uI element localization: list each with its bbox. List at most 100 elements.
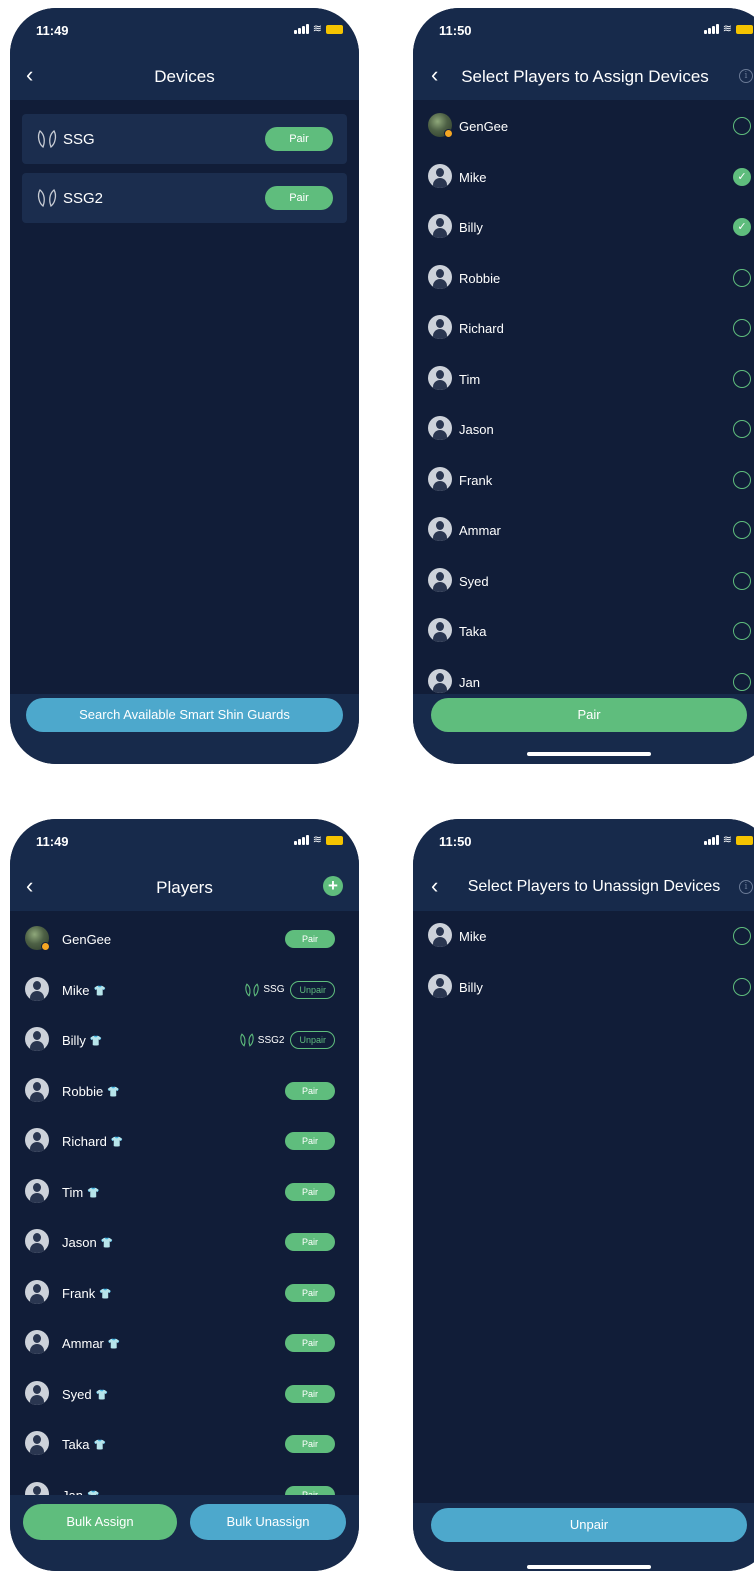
player-name-group: Frank 👕 [62, 1286, 112, 1301]
player-name-group: Ammar 👕 [62, 1336, 120, 1351]
player-row: Mike 👕 SSG Unpair [10, 965, 359, 1015]
avatar [25, 976, 49, 1001]
home-indicator [527, 752, 651, 756]
pair-button[interactable]: Pair [285, 1132, 335, 1150]
player-name-group: Jason 👕 [62, 1235, 113, 1250]
player-row[interactable]: Richard [413, 303, 754, 353]
devices-screen: 11:49 ≋ ‹ Devices SSG Pair SSG2 Pair Sea… [10, 8, 359, 764]
signal-icon [703, 24, 719, 34]
jersey-icon: 👕 [110, 1137, 124, 1148]
battery-icon [326, 835, 343, 845]
player-row: Robbie 👕 Pair [10, 1066, 359, 1116]
pair-button[interactable]: Pair [285, 1283, 335, 1302]
player-row[interactable]: Taka [413, 606, 754, 656]
unpair-button[interactable]: Unpair [290, 1031, 335, 1049]
bulk-assign-button[interactable]: Bulk Assign [23, 1504, 177, 1540]
wifi-icon: ≋ [312, 23, 322, 35]
player-name: Taka [459, 624, 487, 639]
pair-button[interactable]: Pair [285, 1081, 335, 1100]
player-row[interactable]: Jason [413, 404, 754, 454]
unpair-button[interactable]: Unpair [290, 980, 335, 999]
unchecked-circle-icon[interactable] [733, 470, 751, 489]
status-bar: 11:49 ≋ [10, 8, 359, 52]
checked-icon[interactable]: ✓ [733, 218, 751, 236]
player-row[interactable]: Robbie [413, 253, 754, 303]
home-indicator [527, 1565, 651, 1569]
bottom-bar: Bulk Assign Bulk Unassign [10, 1495, 359, 1571]
player-row: Taka 👕 Pair [10, 1419, 359, 1469]
pair-button[interactable]: Pair [285, 1384, 335, 1403]
player-name: Mike [459, 169, 487, 185]
wifi-icon: ≋ [722, 23, 732, 35]
pair-button[interactable]: Pair [285, 930, 335, 948]
player-name: Syed [459, 573, 489, 589]
search-devices-button[interactable]: Search Available Smart Shin Guards [26, 698, 343, 732]
paired-device-name: SSG [263, 984, 285, 995]
player-row[interactable]: Syed [413, 556, 754, 606]
player-row[interactable]: Billy [413, 962, 754, 1012]
unchecked-circle-icon[interactable] [733, 319, 751, 337]
player-row[interactable]: GenGee [413, 101, 754, 151]
unchecked-circle-icon[interactable] [733, 622, 751, 640]
player-name-group: Mike 👕 [62, 983, 106, 998]
unchecked-circle-icon[interactable] [733, 672, 751, 691]
info-icon[interactable]: i [739, 880, 753, 894]
signal-icon [703, 835, 719, 845]
avatar [428, 264, 452, 289]
player-name-group: GenGee [62, 932, 111, 947]
player-name: Jason [459, 422, 494, 437]
player-name: Jan [459, 674, 480, 690]
pair-button[interactable]: Pair [265, 186, 333, 210]
unchecked-circle-icon[interactable] [733, 977, 751, 996]
avatar [25, 1330, 49, 1354]
wifi-icon: ≋ [722, 834, 732, 846]
player-name: Frank [459, 472, 493, 488]
pair-button[interactable]: Pair [285, 1182, 335, 1201]
avatar [25, 1380, 49, 1405]
unpair-button[interactable]: Unpair [431, 1508, 747, 1542]
unchecked-circle-icon[interactable] [733, 927, 751, 945]
player-row[interactable]: Ammar [413, 505, 754, 555]
player-name: GenGee [62, 932, 112, 947]
player-row[interactable]: Billy ✓ [413, 202, 754, 252]
pair-button[interactable]: Pair [265, 127, 333, 151]
avatar [25, 1279, 49, 1304]
back-icon[interactable]: ‹ [431, 874, 438, 898]
unchecked-circle-icon[interactable] [733, 268, 751, 287]
shin-guard-icon [240, 1033, 254, 1047]
avatar [25, 1077, 49, 1102]
player-name: Billy [459, 979, 483, 995]
jersey-icon: 👕 [89, 1036, 103, 1047]
player-row: Billy 👕 SSG2 Unpair [10, 1015, 359, 1065]
player-name: Robbie [62, 1083, 104, 1099]
pair-button[interactable]: Pair [285, 1233, 335, 1251]
status-icons: ≋ [293, 23, 343, 35]
player-row[interactable]: Tim [413, 354, 754, 404]
checked-icon[interactable]: ✓ [733, 167, 751, 186]
player-row[interactable]: Mike [413, 911, 754, 961]
page-title: Select Players to Assign Devices [461, 67, 709, 86]
player-name: Mike [459, 929, 487, 944]
page-title: Players [156, 878, 213, 897]
player-name: Taka [62, 1437, 90, 1452]
pair-button[interactable]: Pair [285, 1334, 335, 1352]
pair-button[interactable]: Pair [285, 1435, 335, 1453]
unchecked-circle-icon[interactable] [733, 571, 751, 590]
page-title: Select Players to Unassign Devices [467, 878, 721, 895]
player-row[interactable]: Mike ✓ [413, 152, 754, 202]
player-row[interactable]: Frank [413, 455, 754, 505]
player-row: Frank 👕 Pair [10, 1268, 359, 1318]
unchecked-circle-icon[interactable] [733, 369, 751, 388]
status-time: 11:49 [36, 834, 69, 849]
avatar [428, 618, 452, 642]
jersey-icon: 👕 [95, 1389, 109, 1401]
unchecked-circle-icon[interactable] [733, 117, 751, 135]
avatar [428, 214, 452, 238]
info-icon[interactable]: i [739, 69, 753, 83]
signal-icon [293, 24, 309, 34]
pair-button[interactable]: Pair [431, 698, 747, 732]
unchecked-circle-icon[interactable] [733, 521, 751, 539]
unchecked-circle-icon[interactable] [733, 420, 751, 438]
add-player-icon[interactable]: + [323, 876, 343, 896]
bulk-unassign-button[interactable]: Bulk Unassign [190, 1504, 346, 1540]
